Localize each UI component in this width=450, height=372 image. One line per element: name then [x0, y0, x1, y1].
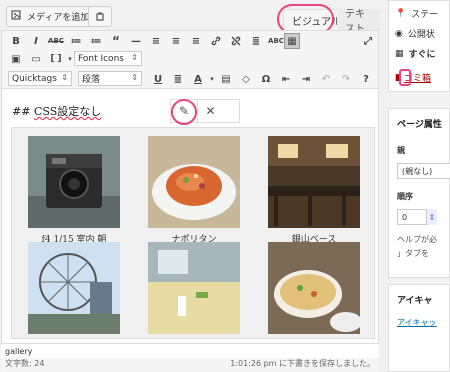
add-media-label: メディアを追加: [27, 13, 90, 23]
spaghetti-image: [148, 136, 240, 228]
ferris-wheel-image: [28, 242, 120, 334]
editor-toolbar: B I ABC ≔ ≔ “ — ≡ ≡ ≡ ≣ ABC ▦ ⤢ ▣ ▭ [ ] …: [1, 30, 379, 88]
order-input[interactable]: 0: [397, 209, 427, 225]
status-label: ステー: [411, 10, 439, 20]
gallery-item[interactable]: [268, 242, 360, 334]
chevron-down-icon: ⇕: [61, 73, 68, 82]
visibility-label: 公開状: [407, 30, 435, 40]
link-icon[interactable]: [208, 33, 224, 49]
fullscreen-icon[interactable]: ⤢: [360, 33, 376, 49]
parent-select[interactable]: (親なし): [397, 163, 450, 179]
justify-icon[interactable]: ≣: [170, 71, 186, 87]
parent-select-value: (親なし): [402, 166, 433, 176]
editor-topbar: メディアを追加 ビジュアル テキスト: [0, 0, 380, 35]
publish-box: 📍 ステー ◉ 公開状 ▦ すぐに ▮ ゴミ箱: [388, 0, 450, 92]
sidebar: 📍 ステー ◉ 公開状 ▦ すぐに ▮ ゴミ箱 ページ属性 親 (親なし) 順序…: [388, 0, 450, 372]
editor-content[interactable]: ## CSS設定なし ✎ ✕ f4 1/15 室内 朝 ナポリタン 銀山ベース: [1, 88, 379, 344]
pin-icon: 📍: [395, 8, 407, 19]
quicktags-select-value: Quicktags: [12, 73, 57, 84]
horizontal-rule-icon[interactable]: —: [128, 33, 144, 49]
strikethrough-icon[interactable]: ABC: [48, 33, 64, 49]
pizza-image: [268, 242, 360, 334]
help-icon[interactable]: ?: [358, 71, 374, 87]
bullet-list-icon[interactable]: ≔: [68, 33, 84, 49]
word-count-bar: 文字数: 24 1:01:26 pm に下書きを保存しました。: [1, 358, 379, 372]
indent-icon[interactable]: ⇥: [298, 71, 314, 87]
unlink-icon[interactable]: [228, 33, 244, 49]
table-image: [148, 242, 240, 334]
image-icon[interactable]: ▣: [8, 51, 24, 67]
parent-label: 親: [397, 146, 405, 155]
shortcode-button[interactable]: [88, 6, 112, 27]
font-icons-select[interactable]: Font Icons ⇕: [74, 51, 142, 66]
chevron-down-icon: ⇕: [131, 53, 138, 62]
order-label: 順序: [397, 192, 413, 201]
toolbar-row-2: ▣ ▭ [ ] ▾ Font Icons ⇕: [2, 51, 378, 71]
gallery-item[interactable]: [148, 242, 240, 334]
toolbar-toggle-icon[interactable]: ▦: [284, 33, 300, 49]
close-icon[interactable]: ✕: [197, 100, 223, 122]
puzzle-icon: [95, 7, 105, 26]
gallery-block[interactable]: f4 1/15 室内 朝 ナポリタン 銀山ベース: [11, 127, 375, 339]
eyecatch-box: アイキャ アイキャッ: [388, 284, 450, 372]
gallery-item[interactable]: 銀山ベース: [268, 136, 360, 245]
word-count: 文字数: 24: [5, 359, 45, 368]
page-attributes-title: ページ属性: [397, 120, 442, 130]
numbered-list-icon[interactable]: ≔: [88, 33, 104, 49]
heading-prefix: ##: [12, 105, 34, 118]
underline-icon[interactable]: U: [150, 71, 166, 87]
align-right-icon[interactable]: ≡: [188, 33, 204, 49]
cafe-image: [268, 136, 360, 228]
highlight-ring: [171, 99, 197, 125]
special-char-icon[interactable]: Ω: [258, 71, 274, 87]
heading-title: CSS設定なし: [33, 105, 102, 118]
toolbar-row-1: B I ABC ≔ ≔ “ — ≡ ≡ ≡ ≣ ABC ▦ ⤢: [2, 33, 378, 53]
help-text-1: ヘルプが必: [397, 235, 437, 244]
bold-icon[interactable]: B: [8, 33, 24, 49]
italic-icon[interactable]: I: [28, 33, 44, 49]
chevron-down-icon: ⇕: [131, 73, 138, 82]
media-icon: [11, 9, 23, 24]
add-media-button[interactable]: メディアを追加: [6, 6, 97, 27]
font-icons-select-value: Font Icons: [78, 53, 124, 64]
card-icon[interactable]: ▭: [28, 51, 44, 67]
read-more-icon[interactable]: ≣: [248, 33, 264, 49]
highlight-ring: [399, 69, 411, 86]
clear-format-icon[interactable]: ◇: [238, 71, 254, 87]
gallery-item[interactable]: f4 1/15 室内 朝: [28, 136, 120, 245]
toolbar-row-3: Quicktags ⇕ 段落 ⇕ U ≣ A ▾ ▤ ◇ Ω ⇤ ⇥ ↶ ↷ ?: [2, 69, 378, 89]
format-select[interactable]: 段落 ⇕: [78, 71, 142, 86]
quicktags-select[interactable]: Quicktags ⇕: [8, 71, 72, 86]
eyecatch-title: アイキャ: [397, 296, 433, 306]
post-editor: メディアを追加 ビジュアル テキスト B I ABC ≔ ≔ “ — ≡ ≡ ≡: [0, 0, 380, 372]
editor-path: gallery: [1, 344, 379, 358]
visibility-row: ◉ 公開状: [395, 27, 435, 41]
paste-text-icon[interactable]: ▤: [218, 71, 234, 87]
spellcheck-icon[interactable]: ABC: [268, 33, 284, 49]
eyecatch-link[interactable]: アイキャッ: [397, 317, 437, 328]
align-center-icon[interactable]: ≡: [168, 33, 184, 49]
undo-icon[interactable]: ↶: [318, 71, 334, 87]
publish-row: ▦ すぐに: [395, 47, 436, 61]
page-attributes-box: ページ属性 親 (親なし) 順序 0 ⇕ ヘルプが必 」タブを: [388, 108, 450, 278]
blockquote-icon[interactable]: “: [108, 33, 124, 49]
eye-icon: ◉: [395, 28, 403, 39]
draft-saved-status: 1:01:26 pm に下書きを保存しました。: [230, 359, 375, 368]
content-heading: ## CSS設定なし: [12, 103, 101, 119]
camera-image: [28, 136, 120, 228]
status-row: 📍 ステー: [395, 7, 439, 21]
order-stepper[interactable]: ⇕: [427, 209, 437, 225]
redo-icon[interactable]: ↷: [338, 71, 354, 87]
tab-text[interactable]: テキスト: [337, 9, 380, 35]
align-left-icon[interactable]: ≡: [148, 33, 164, 49]
gallery-item[interactable]: ナポリタン: [148, 136, 240, 245]
calendar-icon: ▦: [395, 48, 404, 59]
help-text-2: 」タブを: [397, 249, 429, 258]
format-select-value: 段落: [82, 75, 101, 85]
outdent-icon[interactable]: ⇤: [278, 71, 294, 87]
gallery-item[interactable]: [28, 242, 120, 334]
publish-label: すぐに: [408, 50, 436, 60]
